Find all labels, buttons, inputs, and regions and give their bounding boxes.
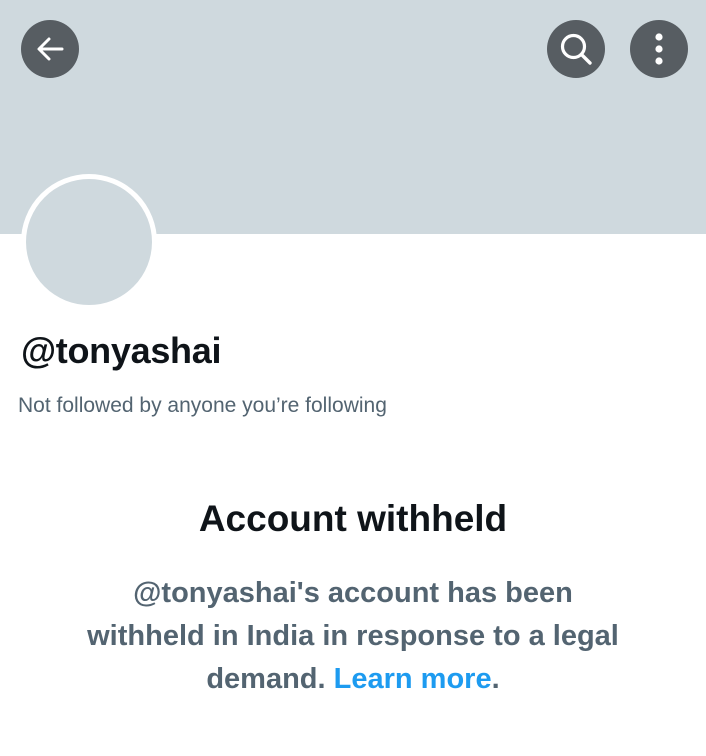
search-icon: [560, 33, 592, 65]
withheld-message-line-3: demand.: [206, 663, 334, 695]
learn-more-link[interactable]: Learn more: [334, 663, 492, 695]
more-vertical-icon: [655, 33, 663, 65]
avatar[interactable]: [21, 174, 157, 310]
back-button[interactable]: [21, 20, 79, 78]
withheld-message: @tonyashai's account has been withheld i…: [40, 572, 666, 701]
search-button[interactable]: [547, 20, 605, 78]
more-options-button[interactable]: [630, 20, 688, 78]
profile-handle: @tonyashai: [21, 330, 222, 371]
followers-you-know-note: Not followed by anyone you’re following: [18, 394, 387, 417]
withheld-message-line-2: withheld in India in response to a legal: [87, 620, 619, 652]
withheld-message-period: .: [491, 663, 500, 695]
arrow-left-icon: [37, 37, 64, 61]
withheld-title: Account withheld: [198, 498, 508, 539]
withheld-message-line-1: @tonyashai's account has been: [133, 577, 573, 609]
